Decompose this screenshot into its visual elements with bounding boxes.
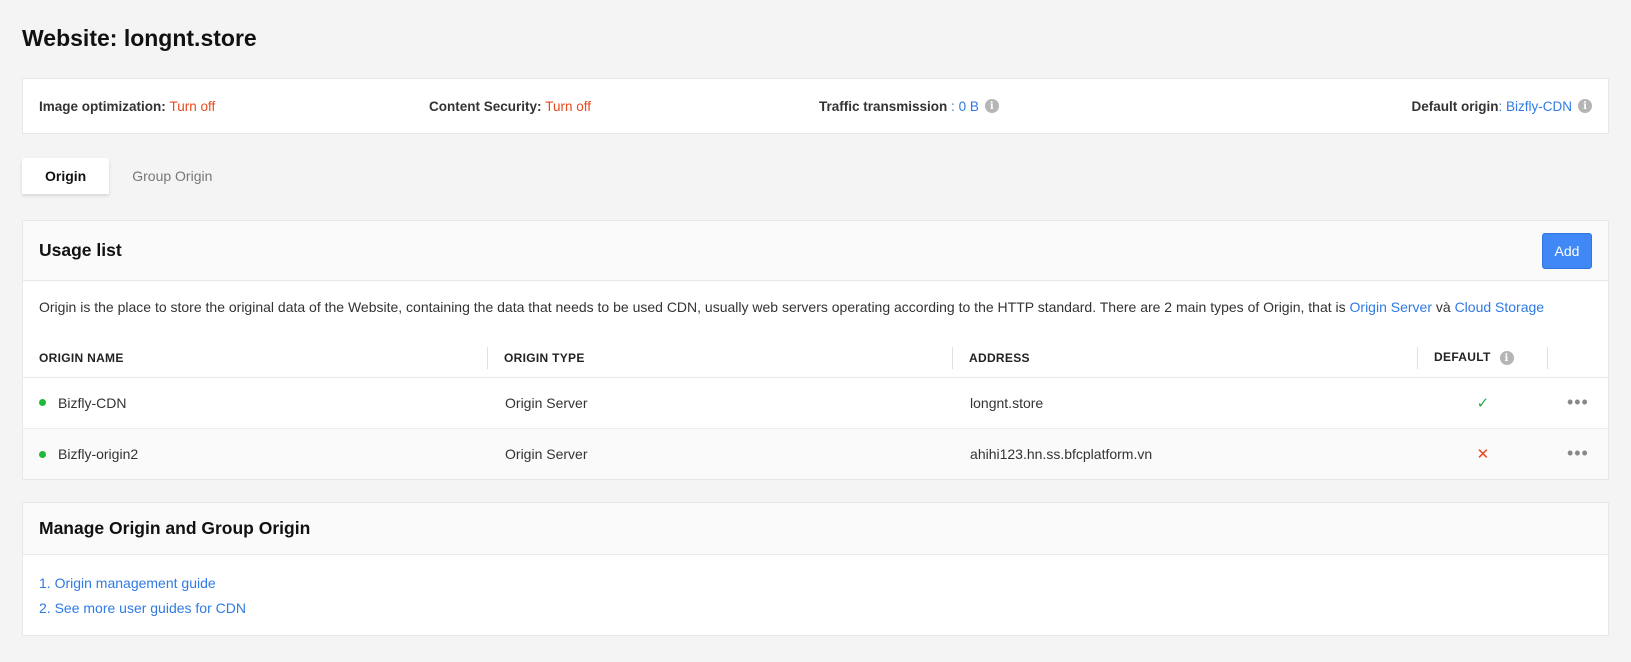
content-security-value[interactable]: Turn off (545, 99, 591, 114)
traffic-label: Traffic transmission (819, 98, 948, 114)
more-icon[interactable]: ••• (1547, 427, 1608, 479)
status-dot-icon (39, 399, 46, 407)
summary-bar: Image optimization: Turn off Content Sec… (22, 78, 1609, 134)
address-cell: longnt.store (970, 394, 1044, 411)
column-default: DEFAULT i (1418, 339, 1548, 378)
image-optimization-status: Image optimization: Turn off (39, 99, 429, 114)
description-conj: và (1431, 299, 1455, 315)
manage-origin-card: Manage Origin and Group Origin 1. Origin… (22, 502, 1609, 636)
default-cell: ✓ (1418, 377, 1548, 428)
guide-links: 1. Origin management guide 2. See more u… (23, 555, 1608, 635)
usage-list-title: Usage list (39, 240, 122, 260)
default-origin-sep: : (1498, 98, 1506, 114)
page-title: Website: longnt.store (22, 25, 257, 51)
description-text: Origin is the place to store the origina… (39, 299, 1350, 315)
tab-group-origin[interactable]: Group Origin (109, 158, 235, 194)
origin-management-guide-link[interactable]: 1. Origin management guide (39, 571, 1592, 596)
usage-list-card: Usage list Add Origin is the place to st… (22, 220, 1609, 480)
content-security-status: Content Security: Turn off (429, 99, 819, 114)
check-icon: ✓ (1476, 394, 1490, 412)
traffic-value: 0 B (958, 98, 979, 114)
table-row[interactable]: Bizfly-CDN Origin Server longnt.store ✓ … (23, 377, 1608, 428)
image-optimization-label: Image optimization: (39, 98, 166, 114)
content-security-label: Content Security: (429, 98, 542, 114)
info-icon[interactable]: i (1499, 351, 1514, 366)
cdn-user-guides-link[interactable]: 2. See more user guides for CDN (39, 596, 1592, 621)
origin-server-link[interactable]: Origin Server (1350, 299, 1432, 315)
info-icon[interactable]: i (984, 99, 999, 113)
usage-list-header: Usage list Add (23, 221, 1608, 281)
traffic-transmission-status: Traffic transmission : 0 B i (819, 99, 1411, 114)
table-header-row: ORIGIN NAME ORIGIN TYPE ADDRESS DEFAULT i (23, 339, 1608, 378)
address-cell: ahihi123.hn.ss.bfcplatform.vn (953, 427, 1419, 479)
default-origin-label: Default origin (1411, 98, 1499, 114)
traffic-sep: : (947, 98, 959, 114)
cloud-storage-link[interactable]: Cloud Storage (1455, 299, 1545, 315)
column-origin-type: ORIGIN TYPE (488, 339, 954, 378)
tab-bar: Origin Group Origin (22, 158, 1609, 194)
origin-name-cell: Bizfly-CDN (23, 377, 488, 428)
more-icon[interactable]: ••• (1548, 377, 1608, 428)
cross-icon: ✕ (1476, 445, 1490, 463)
image-optimization-value[interactable]: Turn off (170, 99, 216, 114)
default-origin-value[interactable]: Bizfly-CDN (1506, 99, 1572, 114)
info-icon[interactable]: i (1578, 99, 1592, 113)
manage-origin-title: Manage Origin and Group Origin (39, 518, 311, 538)
page: Website: longnt.store Image optimization… (0, 0, 1631, 636)
origin-table: ORIGIN NAME ORIGIN TYPE ADDRESS DEFAULT i… (23, 339, 1608, 479)
origin-description: Origin is the place to store the origina… (23, 281, 1608, 339)
table-row[interactable]: Bizfly-origin2 Origin Server ahihi123.hn… (23, 427, 1608, 479)
origin-name-cell: Bizfly-origin2 (23, 427, 489, 479)
default-cell: ✕ (1418, 427, 1548, 479)
column-actions (1547, 339, 1608, 378)
default-origin-status: Default origin: Bizfly-CDN i (1411, 99, 1592, 114)
column-address: ADDRESS (953, 339, 1419, 378)
status-dot-icon (39, 450, 46, 458)
origin-type-cell: Origin Server (488, 427, 954, 479)
manage-origin-header: Manage Origin and Group Origin (23, 503, 1608, 555)
origin-type-cell: Origin Server (505, 394, 588, 411)
add-button[interactable]: Add (1542, 232, 1592, 269)
column-origin-name: ORIGIN NAME (23, 339, 489, 378)
tab-origin[interactable]: Origin (22, 158, 110, 194)
